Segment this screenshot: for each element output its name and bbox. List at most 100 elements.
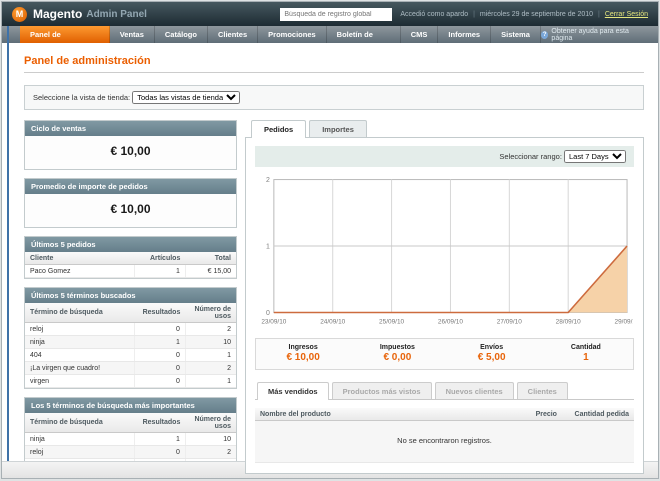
last-orders-table: Cliente Artículos Total Paco Gomez 1 € 15,00: [25, 252, 236, 278]
column-header: Número de usos: [185, 303, 236, 323]
nav-item-panel-de-administracion[interactable]: Panel de administración: [20, 26, 110, 56]
column-header: Resultados: [134, 413, 186, 433]
orders-chart: 0 1 2 23/09/10 24/09/10 25/09/10 26/09/10 27/09…: [261, 177, 640, 325]
bottom-tabs: Más vendidos Productos más vistos Nuevos c…: [255, 382, 634, 400]
products-table: Nombre del producto Precio Cantidad pedida…: [255, 408, 634, 463]
table-row: ninja 1 10: [25, 335, 236, 349]
stat-value: € 5,00: [477, 352, 506, 363]
cell: 1: [184, 374, 236, 388]
stat-ingresos: Ingresos € 10,00: [256, 344, 350, 363]
svg-text:25/09/10: 25/09/10: [379, 318, 404, 325]
empty-message: No se encontraron registros.: [255, 420, 634, 463]
svg-text:29/09/10: 29/09/10: [615, 318, 633, 325]
cell: 404: [25, 348, 135, 362]
svg-text:2: 2: [266, 177, 270, 184]
magento-logo-icon: M: [12, 6, 27, 22]
cell: Paco Gomez: [25, 264, 135, 278]
box-title: Promedio de importe de pedidos: [25, 179, 236, 194]
store-view-label: Seleccione la vista de tienda:: [33, 93, 131, 102]
logged-in-as: Accedió como apardo: [400, 10, 469, 18]
chart-tabs: Pedidos Importes: [245, 120, 644, 138]
cell: 10: [184, 335, 236, 349]
stat-envios: Envíos € 5,00: [445, 344, 539, 363]
column-header: Término de búsqueda: [25, 303, 135, 323]
help-icon: ?: [540, 30, 549, 39]
stat-label: Impuestos: [379, 344, 415, 351]
nav-item-boletin-de-noticias[interactable]: Boletín de noticias: [327, 26, 401, 56]
stat-impuestos: Impuestos € 0,00: [350, 344, 444, 363]
totals-bar: Ingresos € 10,00 Impuestos € 0,00 Envíos € 5,…: [255, 338, 634, 370]
app-header: M Magento Admin Panel Accedió como apard…: [2, 2, 658, 26]
cell: ninja: [25, 335, 135, 349]
sales-cycle-value: € 10,00: [25, 136, 236, 169]
column-header: Artículos: [134, 252, 186, 265]
brand-name: Magento: [33, 7, 83, 21]
svg-text:0: 0: [266, 310, 270, 317]
tab-clientes[interactable]: Clientes: [516, 382, 568, 399]
svg-text:1: 1: [266, 244, 270, 251]
session-info: Accedió como apardo | miércoles 29 de se…: [400, 11, 648, 18]
table-row: ninja 1 10: [25, 432, 236, 446]
column-header: Total: [185, 252, 236, 265]
stat-value: 1: [583, 352, 589, 363]
range-select[interactable]: Last 7 Days: [564, 150, 626, 163]
cell: 1: [134, 432, 186, 446]
table-row: virgen 0 1: [25, 374, 236, 388]
column-header: Cliente: [25, 252, 135, 265]
stat-value: € 10,00: [286, 352, 320, 363]
help-label: Obtener ayuda para esta página: [551, 27, 629, 42]
logout-link[interactable]: Cerrar Sesión: [605, 11, 648, 18]
cell: ninja: [25, 432, 135, 446]
tab-productos-mas-vistos[interactable]: Productos más vistos: [331, 382, 432, 399]
chart-container: 0 1 2 23/09/10 24/09/10 25/09/10 26/09/10 27/09…: [256, 173, 640, 332]
cell: 0: [134, 374, 186, 388]
orders-panel: Seleccionar rango: Last 7 Days 0 1 2 23/09/…: [245, 137, 644, 474]
average-order-value: € 10,00: [25, 194, 236, 227]
svg-text:24/09/10: 24/09/10: [320, 318, 345, 325]
box-title: Ciclo de ventas: [25, 121, 236, 136]
global-search-input[interactable]: [280, 7, 393, 21]
main-nav: Panel de administración Ventas Catálogo Cli…: [20, 26, 541, 56]
column-header: Término de búsqueda: [25, 413, 135, 433]
tab-importes[interactable]: Importes: [309, 120, 367, 137]
stat-label: Envíos: [480, 344, 504, 351]
svg-text:27/09/10: 27/09/10: [497, 318, 522, 325]
svg-text:28/09/10: 28/09/10: [556, 318, 581, 325]
cell: 10: [184, 432, 236, 446]
cell: 0: [134, 322, 186, 336]
page-title: Panel de administración: [24, 55, 151, 67]
tab-nuevos-clientes[interactable]: Nuevos clientes: [434, 382, 514, 399]
brand-subtitle: Admin Panel: [86, 8, 147, 20]
stat-label: Ingresos: [288, 344, 318, 351]
column-header: Precio: [482, 408, 562, 421]
store-view-select[interactable]: Todas las vistas de tienda: [132, 91, 241, 104]
box-title: Últimos 5 términos buscados: [25, 288, 236, 303]
cell: virgen: [25, 374, 135, 388]
table-row: reloj 0 2: [25, 322, 236, 336]
table-row: ¡La virgen que cuadro!02: [25, 361, 236, 375]
box-title: Los 5 términos de búsqueda más important…: [25, 398, 236, 413]
range-label: Seleccionar rango:: [499, 152, 562, 161]
tab-mas-vendidos[interactable]: Más vendidos: [257, 382, 329, 400]
help-link[interactable]: ? Obtener ayuda para esta página: [540, 26, 658, 43]
page-content: Panel de administración Seleccione la vi…: [2, 43, 658, 478]
table-row: 40401: [25, 348, 236, 362]
current-date: miércoles 29 de septiembre de 2010: [479, 10, 594, 18]
last-search-terms-box: Últimos 5 términos buscados Término de b…: [24, 287, 237, 389]
nav-item-ventas[interactable]: Ventas: [110, 26, 155, 43]
products-table-wrap: Nombre del producto Precio Cantidad pedida…: [255, 408, 634, 463]
title-divider: [24, 72, 644, 73]
nav-item-informes[interactable]: Informes: [438, 26, 492, 43]
cell: 1: [134, 264, 186, 278]
cell: 2: [184, 361, 236, 375]
nav-item-sistema[interactable]: Sistema: [491, 26, 541, 43]
browser-viewport: M Magento Admin Panel Accedió como apard…: [1, 1, 659, 479]
nav-item-cms[interactable]: CMS: [401, 26, 439, 43]
nav-item-catalogo[interactable]: Catálogo: [155, 26, 208, 43]
table-row: reloj 0 2: [25, 445, 236, 459]
stat-cantidad: Cantidad 1: [539, 344, 633, 363]
tab-pedidos[interactable]: Pedidos: [251, 120, 307, 138]
nav-item-promociones[interactable]: Promociones: [258, 26, 327, 43]
nav-item-clientes[interactable]: Clientes: [208, 26, 259, 43]
separator: |: [598, 10, 600, 18]
